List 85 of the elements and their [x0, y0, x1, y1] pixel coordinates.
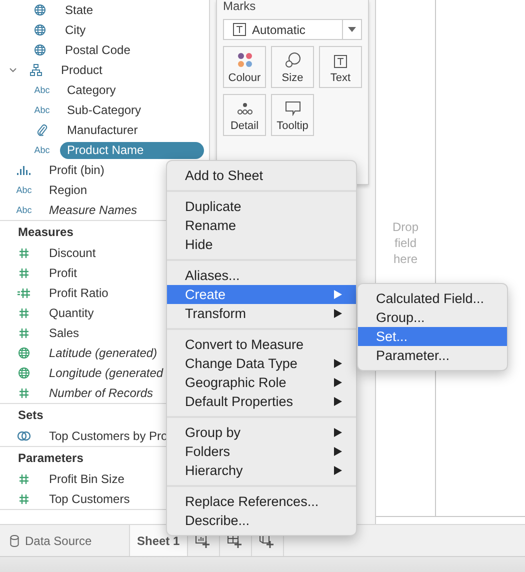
- hierarchy-icon: [30, 64, 42, 76]
- hash-icon: [18, 267, 30, 279]
- four-dots-icon: [236, 52, 252, 68]
- dots-icon: [236, 102, 252, 116]
- menu-item[interactable]: Add to Sheet: [167, 166, 356, 185]
- hash-icon: [18, 493, 30, 505]
- text-icon: [334, 55, 347, 68]
- marks-title: Marks: [223, 0, 257, 15]
- field-item[interactable]: Profit Ratio: [42, 284, 116, 302]
- calculated-hash-icon: [17, 287, 31, 299]
- field-item[interactable]: Profit Bin Size: [42, 470, 132, 488]
- field-item[interactable]: Sub-Category: [60, 102, 148, 118]
- caret-icon: [348, 27, 356, 32]
- hash-icon: [18, 307, 30, 319]
- field-item[interactable]: Number of Records: [42, 384, 160, 402]
- mark-button[interactable]: Size: [271, 46, 314, 88]
- field-item[interactable]: Sales: [42, 324, 86, 342]
- menu-item[interactable]: Rename: [167, 216, 356, 235]
- menu-item[interactable]: Duplicate: [167, 197, 356, 216]
- histogram-icon: [17, 164, 31, 176]
- submenu-arrow-icon: [334, 359, 342, 368]
- menu-item[interactable]: Transform: [167, 304, 356, 323]
- menu-item[interactable]: Convert to Measure: [167, 335, 356, 354]
- field-item[interactable]: Product Name: [60, 142, 204, 158]
- menu-item[interactable]: Hierarchy: [167, 461, 356, 480]
- submenu-arrow-icon: [334, 428, 342, 437]
- submenu-arrow-icon: [334, 290, 342, 299]
- submenu-arrow-icon: [334, 309, 342, 318]
- globe-icon: [34, 24, 46, 36]
- data-type-label: Abc: [34, 85, 50, 95]
- menu-item[interactable]: Create: [167, 285, 356, 304]
- field-item[interactable]: Profit: [42, 264, 84, 282]
- field-item[interactable]: Latitude (generated): [42, 344, 164, 362]
- field-item[interactable]: Category: [60, 82, 123, 98]
- paperclip-icon: [36, 124, 48, 136]
- globe-icon: [18, 347, 30, 359]
- globe-icon: [34, 44, 46, 56]
- field-item[interactable]: Region: [42, 182, 94, 198]
- data-type-label: Abc: [16, 185, 32, 195]
- menu-item[interactable]: Replace References...: [167, 492, 356, 511]
- menu-item[interactable]: Parameter...: [358, 346, 507, 365]
- menu-item[interactable]: Group by: [167, 423, 356, 442]
- globe-icon: [34, 4, 46, 16]
- data-type-label: Abc: [34, 145, 50, 155]
- text-icon: [233, 23, 246, 36]
- mark-button[interactable]: Tooltip: [271, 94, 314, 136]
- field-item[interactable]: Manufacturer: [60, 122, 145, 138]
- field-item[interactable]: City: [58, 22, 93, 38]
- menu-item[interactable]: Hide: [167, 235, 356, 254]
- circles-icon: [284, 52, 300, 68]
- field-item[interactable]: Discount: [42, 244, 103, 262]
- submenu-arrow-icon: [334, 397, 342, 406]
- menu-item[interactable]: Folders: [167, 442, 356, 461]
- field-item[interactable]: Postal Code: [58, 42, 138, 58]
- menu-item[interactable]: Aliases...: [167, 266, 356, 285]
- field-item[interactable]: Measure Names: [42, 202, 144, 218]
- data-type-label: Abc: [16, 205, 32, 215]
- hash-icon: [18, 327, 30, 339]
- hash-icon: [18, 247, 30, 259]
- mark-type-dropdown[interactable]: Automatic: [223, 19, 362, 40]
- overlapping-circles-icon: [17, 430, 31, 442]
- menu-item[interactable]: Calculated Field...: [358, 289, 507, 308]
- field-item[interactable]: Top Customers: [42, 490, 137, 508]
- globe-icon: [18, 367, 30, 379]
- menu-item[interactable]: Default Properties: [167, 392, 356, 411]
- field-item[interactable]: Product: [54, 62, 110, 78]
- submenu-arrow-icon: [334, 378, 342, 387]
- menu-item[interactable]: Set...: [358, 327, 507, 346]
- field-item[interactable]: Quantity: [42, 304, 101, 322]
- submenu-arrow-icon: [334, 447, 342, 456]
- menu-item[interactable]: Group...: [358, 308, 507, 327]
- database-icon: [10, 534, 19, 546]
- section-heading: Sets: [17, 407, 44, 424]
- caret-icon[interactable]: [8, 65, 18, 75]
- field-item[interactable]: State: [58, 2, 100, 18]
- hash-icon: [18, 387, 30, 399]
- mark-button[interactable]: Colour: [223, 46, 266, 88]
- mark-button[interactable]: Text: [319, 46, 362, 88]
- field-item[interactable]: Profit (bin): [42, 162, 112, 178]
- speech-bubble-icon: [284, 101, 300, 116]
- data-type-label: Abc: [34, 105, 50, 115]
- hash-icon: [18, 473, 30, 485]
- submenu-arrow-icon: [334, 466, 342, 475]
- drop-field-hint: Drop field here: [391, 219, 420, 267]
- mark-button[interactable]: Detail: [223, 94, 266, 136]
